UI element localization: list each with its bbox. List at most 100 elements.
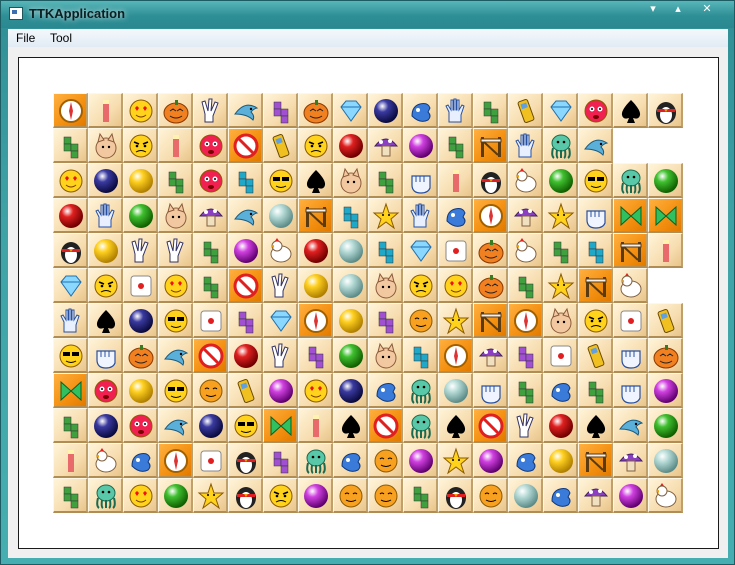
tile-octopus[interactable] [403, 373, 438, 408]
tile-ball-navy[interactable] [333, 373, 368, 408]
tile-fist[interactable] [613, 373, 648, 408]
tile-no-sign[interactable] [193, 338, 228, 373]
tile-ball-purple[interactable] [403, 128, 438, 163]
tile-dice[interactable] [613, 303, 648, 338]
tile-ball-yellow[interactable] [543, 443, 578, 478]
tile-ball-yellow[interactable] [298, 268, 333, 303]
tile-candle[interactable] [88, 93, 123, 128]
tile-orange-face[interactable] [403, 303, 438, 338]
tile-red-face[interactable] [88, 373, 123, 408]
tile-ball-cyan[interactable] [333, 233, 368, 268]
tile-octopus[interactable] [88, 478, 123, 513]
tile-gate[interactable] [473, 128, 508, 163]
tile-angry-face[interactable] [403, 268, 438, 303]
tile-tetris-cyan[interactable] [333, 198, 368, 233]
tile-fist[interactable] [88, 338, 123, 373]
tile-ball-cyan[interactable] [438, 373, 473, 408]
tile-compass[interactable] [53, 93, 88, 128]
tile-orange-face[interactable] [193, 373, 228, 408]
tile-ball-cyan[interactable] [333, 268, 368, 303]
tile-red-face[interactable] [123, 408, 158, 443]
tile-octopus[interactable] [543, 128, 578, 163]
tile-hand[interactable] [88, 198, 123, 233]
tile-peace[interactable] [508, 408, 543, 443]
tile-star[interactable] [193, 478, 228, 513]
tile-chicken[interactable] [263, 233, 298, 268]
tile-tetris-green[interactable] [368, 163, 403, 198]
tile-orange-face[interactable] [333, 478, 368, 513]
tile-compass[interactable] [473, 198, 508, 233]
tile-tetris-purple[interactable] [368, 303, 403, 338]
tile-bowtie[interactable] [648, 198, 683, 233]
tile-star[interactable] [543, 268, 578, 303]
tile-ball-green[interactable] [648, 408, 683, 443]
tile-ball-green[interactable] [543, 163, 578, 198]
tile-gate[interactable] [298, 198, 333, 233]
tile-phone[interactable] [508, 93, 543, 128]
tile-compass[interactable] [158, 443, 193, 478]
tile-ball-yellow[interactable] [123, 163, 158, 198]
tile-phone[interactable] [578, 338, 613, 373]
tile-cat[interactable] [158, 198, 193, 233]
tile-tetris-cyan[interactable] [368, 233, 403, 268]
tile-cat[interactable] [333, 163, 368, 198]
tile-ball-purple[interactable] [263, 373, 298, 408]
tile-tetris-green[interactable] [53, 408, 88, 443]
tile-tetris-cyan[interactable] [578, 233, 613, 268]
tile-spade[interactable] [438, 408, 473, 443]
tile-bowtie[interactable] [263, 408, 298, 443]
tile-ball-red[interactable] [333, 128, 368, 163]
tile-phone[interactable] [228, 373, 263, 408]
tile-tetris-purple[interactable] [298, 338, 333, 373]
tile-no-sign[interactable] [228, 268, 263, 303]
tile-glove-blue[interactable] [403, 93, 438, 128]
tile-glove-blue[interactable] [333, 443, 368, 478]
tile-glove-blue[interactable] [543, 373, 578, 408]
tile-tetris-purple[interactable] [228, 303, 263, 338]
close-button[interactable]: ✕ [696, 1, 718, 17]
tile-tetris-green[interactable] [473, 93, 508, 128]
tile-diamond[interactable] [53, 268, 88, 303]
tile-pumpkin[interactable] [473, 233, 508, 268]
tile-tetris-green[interactable] [438, 128, 473, 163]
tile-peace[interactable] [123, 233, 158, 268]
tile-peace[interactable] [158, 233, 193, 268]
tile-tetris-green[interactable] [508, 268, 543, 303]
tile-hand[interactable] [508, 128, 543, 163]
tile-fist[interactable] [473, 373, 508, 408]
tile-ball-navy[interactable] [193, 408, 228, 443]
tile-ball-cyan[interactable] [508, 478, 543, 513]
tile-candle[interactable] [438, 163, 473, 198]
tile-pumpkin[interactable] [473, 268, 508, 303]
tile-no-sign[interactable] [228, 128, 263, 163]
tile-candle[interactable] [53, 443, 88, 478]
tile-dolphin[interactable] [613, 408, 648, 443]
tile-dice[interactable] [193, 303, 228, 338]
tile-ball-yellow[interactable] [123, 373, 158, 408]
tile-tetris-green[interactable] [193, 268, 228, 303]
tile-penguin[interactable] [648, 93, 683, 128]
tile-dice[interactable] [193, 443, 228, 478]
tile-peace[interactable] [193, 93, 228, 128]
menu-tool[interactable]: Tool [46, 30, 76, 46]
tile-angry-face[interactable] [88, 268, 123, 303]
tile-tetris-green[interactable] [578, 373, 613, 408]
tile-ball-navy[interactable] [368, 93, 403, 128]
tile-ball-green[interactable] [123, 198, 158, 233]
tile-fist[interactable] [613, 338, 648, 373]
tile-dolphin[interactable] [158, 338, 193, 373]
tile-sunglasses[interactable] [228, 408, 263, 443]
tile-ball-purple[interactable] [403, 443, 438, 478]
tile-phone[interactable] [648, 303, 683, 338]
tile-angry-face[interactable] [298, 128, 333, 163]
tile-peace[interactable] [263, 338, 298, 373]
tile-bowtie[interactable] [53, 373, 88, 408]
tile-red-face[interactable] [578, 93, 613, 128]
tile-spade[interactable] [578, 408, 613, 443]
tile-glove-blue[interactable] [123, 443, 158, 478]
tile-compass[interactable] [508, 303, 543, 338]
tile-ball-cyan[interactable] [263, 198, 298, 233]
tile-chicken[interactable] [508, 233, 543, 268]
tile-diamond[interactable] [333, 93, 368, 128]
tile-heart-face[interactable] [53, 163, 88, 198]
